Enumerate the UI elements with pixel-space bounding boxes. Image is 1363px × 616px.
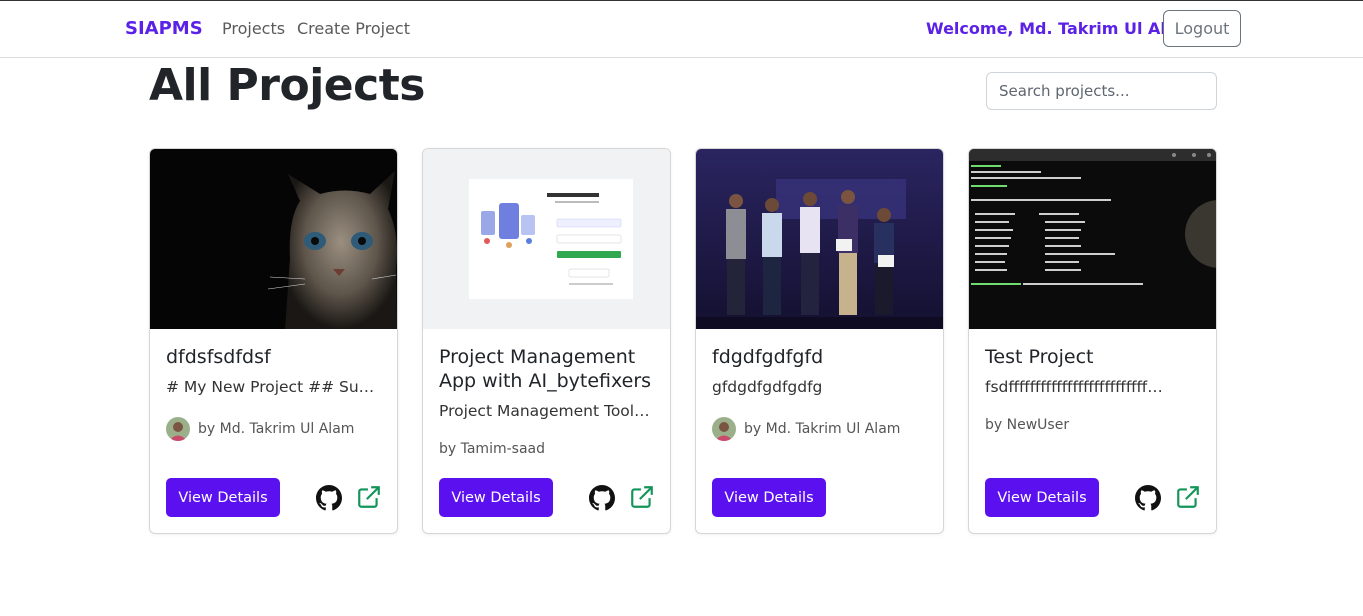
nav-link-create-project[interactable]: Create Project [297,19,410,38]
author-name: by Tamim-saad [439,441,545,457]
author-avatar [712,417,736,441]
project-image[interactable] [423,149,670,329]
project-title: Test Project [985,346,1094,368]
project-author: by NewUser [985,417,1069,433]
github-icon[interactable] [589,485,615,511]
github-icon[interactable] [1135,485,1161,511]
project-description: # My New Project ## Supp… [166,378,381,396]
project-author: by Md. Takrim Ul Alam [166,417,354,441]
project-card: dfdsfsdfdsf # My New Project ## Supp… by… [149,148,398,534]
welcome-text: Welcome, Md. Takrim Ul Alam [926,19,1194,38]
author-name: by NewUser [985,417,1070,433]
project-title: Project Management App with AI_bytefixer… [439,346,652,392]
view-details-button[interactable]: View Details [439,478,553,517]
author-avatar [166,417,190,441]
project-card: Project Management App with AI_bytefixer… [422,148,671,534]
author-name: by Md. Takrim Ul Alam [744,421,901,437]
project-image[interactable] [969,149,1216,329]
view-details-button[interactable]: View Details [166,478,280,517]
project-card: Test Project fsdffffffffffffffffffffffff… [968,148,1217,534]
external-link-icon[interactable] [629,484,655,510]
nav-link-projects[interactable]: Projects [222,19,285,38]
external-link-icon[interactable] [1175,484,1201,510]
author-name: by Md. Takrim Ul Alam [198,421,355,437]
project-title: fdgdfgdfgfd [712,346,824,368]
view-details-button[interactable]: View Details [712,478,826,517]
project-title: dfdsfsdfdsf [166,346,271,368]
search-input[interactable] [986,72,1217,110]
project-author: by Md. Takrim Ul Alam [712,417,900,441]
navbar: SIAPMS Projects Create Project Welcome, … [0,0,1363,58]
project-author: by Tamim-saad [439,441,545,457]
github-icon[interactable] [316,485,342,511]
view-details-button[interactable]: View Details [985,478,1099,517]
brand-link[interactable]: SIAPMS [125,18,203,39]
project-card: fdgdfgdfgfd gfdgdfgdfgdfg by Md. Takrim … [695,148,944,534]
project-image[interactable] [696,149,943,329]
project-image[interactable] [150,149,397,329]
external-link-icon[interactable] [356,484,382,510]
project-description: gfdgdfgdfgdfg [712,378,823,396]
project-description: Project Management Tool … [439,402,654,420]
logout-button[interactable]: Logout [1163,10,1241,47]
page-title: All Projects [149,60,425,111]
project-description: fsdffffffffffffffffffffffffff… [985,378,1163,396]
